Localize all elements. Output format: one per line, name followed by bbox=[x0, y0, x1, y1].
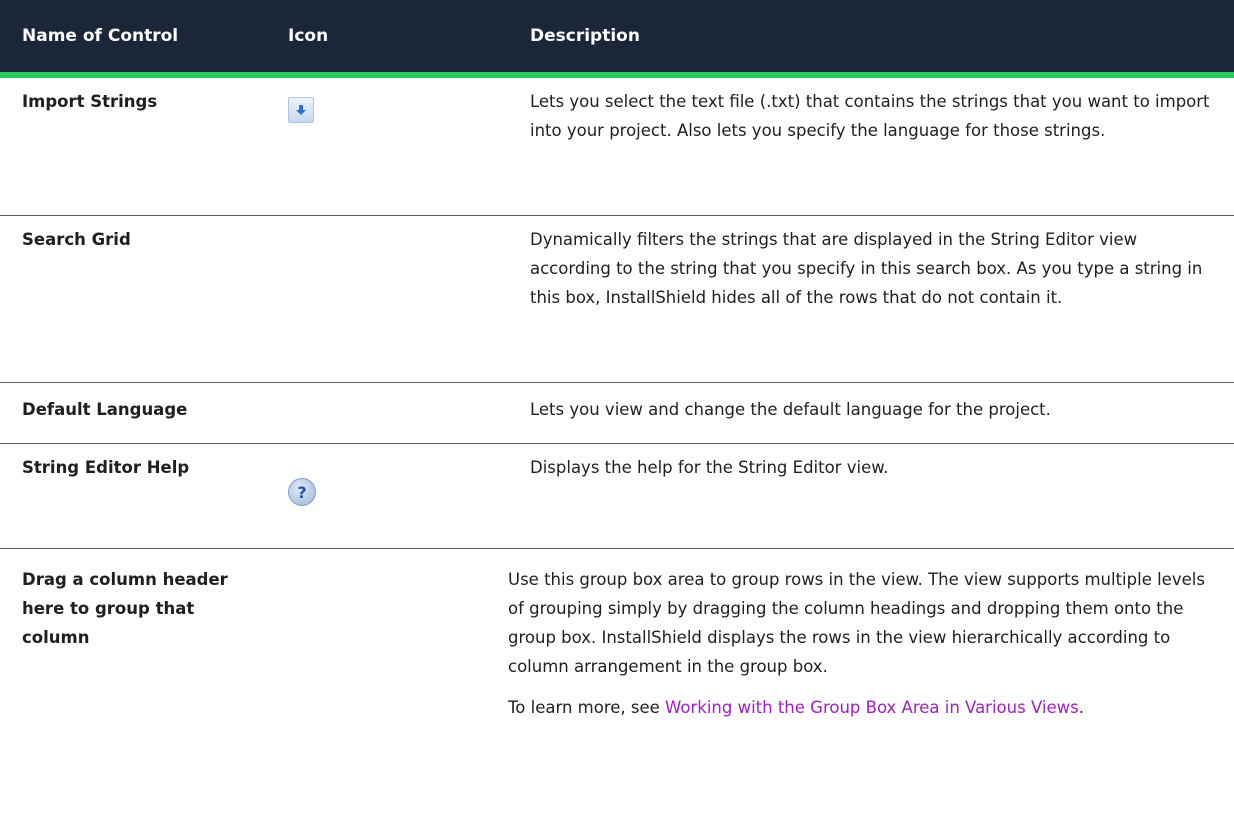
control-name: Default Language bbox=[22, 400, 188, 419]
see-also-paragraph: To learn more, see Working with the Grou… bbox=[508, 693, 1220, 722]
see-also-suffix: . bbox=[1078, 698, 1084, 717]
control-description: Dynamically filters the strings that are… bbox=[530, 230, 1203, 307]
header-name-of-control: Name of Control bbox=[22, 26, 179, 46]
help-icon: ? bbox=[288, 478, 316, 506]
header-icon: Icon bbox=[288, 26, 329, 46]
header-description: Description bbox=[530, 26, 640, 46]
control-name: Drag a column header here to group that … bbox=[22, 570, 228, 647]
table-row: Search Grid Dynamically filters the stri… bbox=[0, 216, 1234, 383]
control-description-block: Use this group box area to group rows in… bbox=[508, 549, 1234, 722]
icon-cell: ? bbox=[288, 444, 530, 506]
control-description: Lets you view and change the default lan… bbox=[530, 400, 1051, 419]
group-box-area-link[interactable]: Working with the Group Box Area in Vario… bbox=[665, 698, 1079, 717]
icon-cell bbox=[288, 78, 530, 123]
table-row: Drag a column header here to group that … bbox=[0, 549, 1234, 722]
table-row: String Editor Help ? Displays the help f… bbox=[0, 444, 1234, 549]
table-row: Default Language Lets you view and chang… bbox=[0, 383, 1234, 444]
table-row: Import Strings Lets you select the text … bbox=[0, 78, 1234, 216]
control-name: String Editor Help bbox=[22, 458, 190, 477]
control-description: Displays the help for the String Editor … bbox=[530, 458, 889, 477]
import-arrow-icon bbox=[288, 97, 314, 123]
control-description: Use this group box area to group rows in… bbox=[508, 570, 1205, 676]
control-name: Search Grid bbox=[22, 230, 131, 249]
control-description: Lets you select the text file (.txt) tha… bbox=[530, 92, 1210, 140]
see-also-prefix: To learn more, see bbox=[508, 698, 666, 717]
table-header: Name of Control Icon Description bbox=[0, 0, 1234, 78]
import-arrow-icon-glyph bbox=[296, 105, 306, 115]
control-name: Import Strings bbox=[22, 92, 158, 111]
controls-table: Name of Control Icon Description Import … bbox=[0, 0, 1234, 722]
